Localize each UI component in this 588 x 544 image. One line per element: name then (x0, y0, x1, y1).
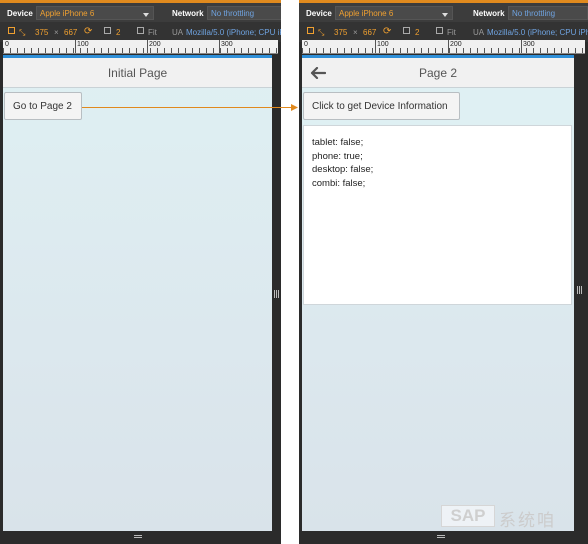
devtools-dimensions-bar: ⤡ 375 × 667 ⟳ 2 Fit UA Mozilla/5.0 (iPho… (299, 22, 588, 42)
emulate-checkbox-icon[interactable] (8, 27, 15, 34)
device-screen-initial-page: Initial Page Go to Page 2 (3, 55, 272, 531)
gap-strip (281, 531, 299, 544)
navigation-arrow-icon (82, 104, 298, 111)
swap-dimensions-icon[interactable]: ⤡ (318, 28, 324, 38)
device-select[interactable]: Apple iPhone 6 (36, 6, 154, 20)
ruler-tick-label: 200 (149, 41, 161, 48)
watermark-text: 系统咱 (499, 511, 556, 531)
go-to-page-2-button[interactable]: Go to Page 2 (4, 92, 82, 120)
device-screen-page-2: Page 2 Click to get Device Information t… (302, 55, 574, 531)
device-emulator-right: Device Apple iPhone 6 Network No throttl… (299, 0, 588, 544)
fit-checkbox-icon[interactable] (436, 27, 443, 34)
get-device-info-button[interactable]: Click to get Device Information (303, 92, 460, 120)
page-header: Initial Page (3, 58, 272, 88)
ruler-tick-label: 200 (450, 41, 462, 48)
network-select-value: No throttling (211, 9, 255, 18)
watermark-logo: SAP 系统咱 (441, 505, 581, 531)
resize-handle-bottom-icon[interactable] (437, 534, 445, 538)
emulate-checkbox-icon[interactable] (307, 27, 314, 34)
devtools-device-bar: Device Apple iPhone 6 Network No throttl… (299, 3, 588, 23)
device-label: Device (306, 9, 332, 18)
info-line-phone: phone: true; (312, 150, 363, 162)
ruler-tick-label: 0 (304, 41, 308, 48)
resize-handle-bottom-icon[interactable] (134, 534, 142, 538)
device-select[interactable]: Apple iPhone 6 (335, 6, 453, 20)
dpr-icon (403, 27, 410, 34)
devtools-device-bar: Device Apple iPhone 6 Network No throttl… (0, 3, 281, 23)
rotate-icon[interactable]: ⟳ (84, 26, 92, 37)
page-header: Page 2 (302, 58, 574, 88)
resize-handle-icon[interactable] (577, 286, 582, 294)
height-value[interactable]: 667 (64, 28, 77, 37)
page-title: Page 2 (418, 66, 458, 80)
rotate-icon[interactable]: ⟳ (383, 26, 391, 37)
fit-label: Fit (148, 28, 157, 37)
dpr-value[interactable]: 2 (415, 28, 419, 37)
dpr-icon (104, 27, 111, 34)
network-select[interactable]: No throttling (207, 6, 281, 20)
times-sign: × (353, 28, 358, 37)
info-line-desktop: desktop: false; (312, 164, 374, 175)
device-label: Device (7, 9, 33, 18)
devtools-dimensions-bar: ⤡ 375 × 667 ⟳ 2 Fit UA Mozilla/5.0 (iPho… (0, 22, 281, 42)
network-label: Network (172, 9, 204, 18)
ruler: 0 100 200 300 (302, 40, 585, 54)
ua-value[interactable]: Mozilla/5.0 (iPhone; CPU iPh (487, 28, 588, 37)
width-value[interactable]: 375 (35, 28, 48, 37)
network-label: Network (473, 9, 505, 18)
ruler-tick-label: 0 (5, 41, 9, 48)
ua-label: UA (172, 28, 184, 37)
times-sign: × (54, 28, 59, 37)
fit-checkbox-icon[interactable] (137, 27, 144, 34)
device-emulator-left: Device Apple iPhone 6 Network No throttl… (0, 0, 281, 544)
network-select[interactable]: No throttling (508, 6, 588, 20)
ruler-tick-label: 300 (523, 41, 535, 48)
resize-handle-icon[interactable] (274, 290, 279, 298)
page-title: Initial Page (107, 66, 168, 80)
dpr-value[interactable]: 2 (116, 28, 120, 37)
swap-dimensions-icon[interactable]: ⤡ (19, 28, 25, 38)
info-line-combi: combi: false; (312, 177, 366, 189)
fit-label: Fit (447, 28, 456, 37)
page-toolbar: Click to get Device Information (302, 88, 574, 125)
device-select-value: Apple iPhone 6 (339, 9, 394, 18)
info-line-tablet: tablet: false; (312, 137, 364, 148)
ruler-tick-label: 100 (77, 41, 89, 48)
ruler-tick-label: 100 (377, 41, 389, 48)
device-info-panel: tablet: false; phone: true; desktop: fal… (303, 125, 572, 305)
network-select-value: No throttling (512, 9, 556, 18)
ua-value[interactable]: Mozilla/5.0 (iPhone; CPU iPh (186, 28, 281, 37)
ruler: 0 100 200 300 (3, 40, 278, 54)
ua-label: UA (473, 28, 485, 37)
width-value[interactable]: 375 (334, 28, 347, 37)
watermark-brand: SAP (441, 505, 495, 527)
height-value[interactable]: 667 (363, 28, 376, 37)
chevron-down-icon (143, 13, 149, 17)
ruler-tick-label: 300 (221, 41, 233, 48)
device-select-value: Apple iPhone 6 (40, 9, 95, 18)
chevron-down-icon (442, 13, 448, 17)
